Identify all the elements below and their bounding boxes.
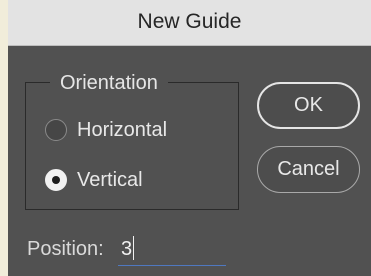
- text-caret: [133, 236, 134, 260]
- position-label: Position:: [27, 238, 104, 260]
- radio-button-vertical[interactable]: [45, 169, 67, 191]
- radio-horizontal[interactable]: Horizontal: [45, 116, 167, 144]
- dialog-title: New Guide: [137, 10, 242, 33]
- new-guide-dialog: New Guide Orientation Horizontal Vertica…: [8, 0, 371, 276]
- ok-button[interactable]: OK: [257, 82, 360, 129]
- dialog-titlebar: New Guide: [8, 0, 371, 46]
- radio-label-vertical: Vertical: [77, 168, 143, 191]
- radio-vertical[interactable]: Vertical: [45, 166, 143, 194]
- position-input[interactable]: 3: [118, 232, 226, 266]
- position-value: 3: [121, 238, 133, 260]
- radio-button-horizontal[interactable]: [45, 119, 67, 141]
- cancel-button[interactable]: Cancel: [257, 146, 360, 193]
- radio-label-horizontal: Horizontal: [77, 118, 168, 141]
- orientation-legend: Orientation: [50, 71, 168, 95]
